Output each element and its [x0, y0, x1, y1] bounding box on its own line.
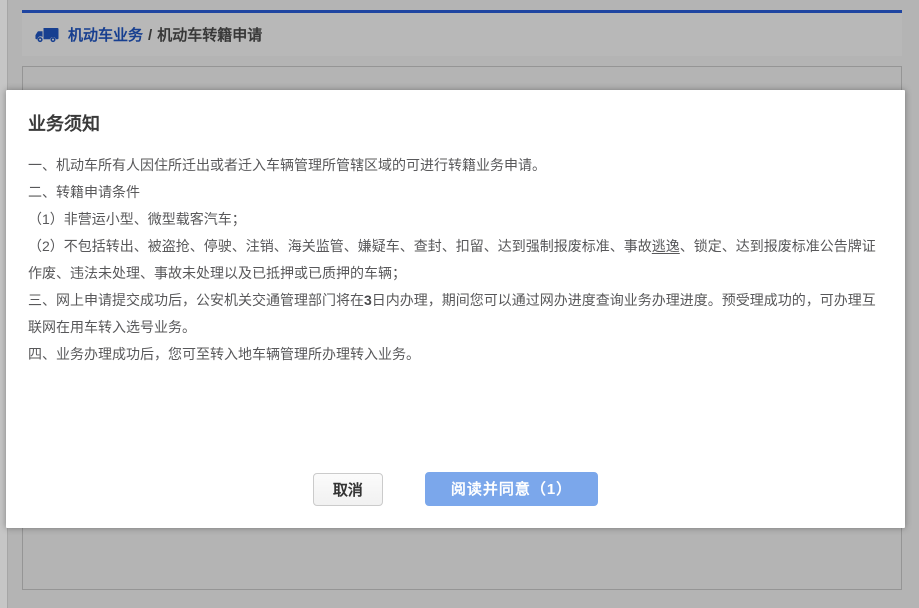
notice-item-2: 二、转籍申请条件 — [28, 179, 883, 206]
notice-modal: 业务须知 一、机动车所有人因住所迁出或者迁入车辆管理所管辖区域的可进行转籍业务申… — [6, 90, 905, 528]
agree-button[interactable]: 阅读并同意（1） — [425, 472, 598, 506]
notice-item-6: 四、业务办理成功后，您可至转入地车辆管理所办理转入业务。 — [28, 341, 883, 368]
cancel-button[interactable]: 取消 — [313, 473, 383, 506]
notice-item-1: 一、机动车所有人因住所迁出或者迁入车辆管理所管辖区域的可进行转籍业务申请。 — [28, 152, 883, 179]
notice-text: 三、网上申请提交成功后，公安机关交通管理部门将在 — [28, 292, 364, 308]
notice-text: 四、业务办理成功后，您可至转入地车辆管理所办理转入业务。 — [28, 346, 420, 362]
modal-actions: 取消 阅读并同意（1） — [6, 472, 905, 506]
modal-title: 业务须知 — [28, 110, 883, 136]
notice-text: 二、转籍申请条件 — [28, 184, 140, 200]
notice-text: （2）不包括转出、被盗抢、停驶、注销、海关监管、嫌疑车、查封、扣留、达到强制报废… — [28, 238, 652, 254]
notice-text: 一、机动车所有人因住所迁出或者迁入车辆管理所管辖区域的可进行转籍业务申请。 — [28, 157, 546, 173]
notice-item-5: 三、网上申请提交成功后，公安机关交通管理部门将在3日内办理，期间您可以通过网办进… — [28, 287, 883, 341]
underlined-term: 逃逸 — [652, 238, 680, 254]
notice-text: （1）非营运小型、微型载客汽车； — [28, 211, 246, 227]
notice-item-4: （2）不包括转出、被盗抢、停驶、注销、海关监管、嫌疑车、查封、扣留、达到强制报废… — [28, 233, 883, 287]
notice-body: 一、机动车所有人因住所迁出或者迁入车辆管理所管辖区域的可进行转籍业务申请。 二、… — [28, 152, 883, 368]
bold-day-count: 3 — [364, 292, 372, 308]
notice-item-3: （1）非营运小型、微型载客汽车； — [28, 206, 883, 233]
